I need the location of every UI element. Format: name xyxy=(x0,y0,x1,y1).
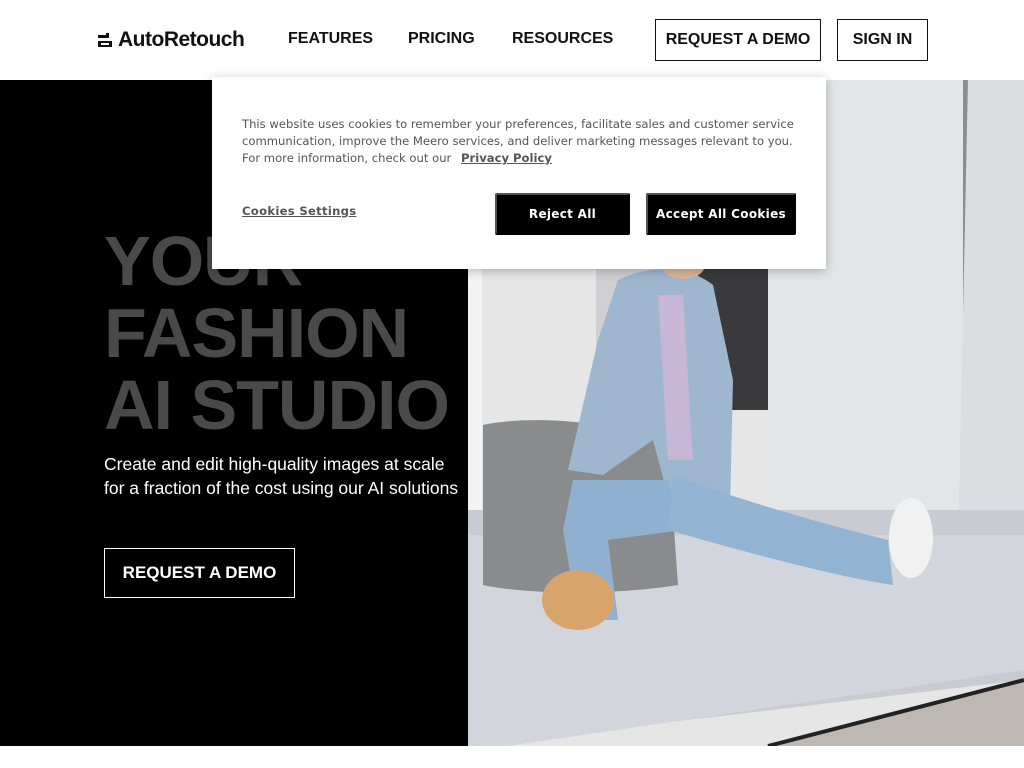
hero-subtitle-line: for a fraction of the cost using our AI … xyxy=(104,478,459,498)
hero-subtitle-line: Create and edit high-quality images at s… xyxy=(104,454,445,474)
logo-icon xyxy=(98,33,112,47)
hero-subtitle: Create and edit high-quality images at s… xyxy=(104,452,484,500)
hero-title-line: FASHION xyxy=(104,294,409,372)
hero-request-demo-button[interactable]: REQUEST A DEMO xyxy=(104,548,295,598)
nav-features[interactable]: FEATURES xyxy=(288,30,373,48)
accept-all-cookies-button[interactable]: Accept All Cookies xyxy=(646,193,796,235)
reject-all-button[interactable]: Reject All xyxy=(495,193,630,235)
privacy-policy-link[interactable]: Privacy Policy xyxy=(461,151,552,165)
hero-title-line: AI STUDIO xyxy=(104,366,450,444)
cookies-settings-link[interactable]: Cookies Settings xyxy=(242,204,356,218)
nav-resources[interactable]: RESOURCES xyxy=(512,30,613,48)
logo[interactable]: AutoRetouch xyxy=(96,28,245,52)
logo-text: AutoRetouch xyxy=(118,28,245,51)
cookie-text: This website uses cookies to remember yo… xyxy=(242,116,802,167)
sign-in-button[interactable]: SIGN IN xyxy=(837,19,928,61)
site-header: AutoRetouch FEATURES PRICING RESOURCES R… xyxy=(0,0,1024,80)
nav-pricing[interactable]: PRICING xyxy=(408,30,475,48)
request-demo-button[interactable]: REQUEST A DEMO xyxy=(655,19,821,61)
cookie-banner: This website uses cookies to remember yo… xyxy=(212,77,826,269)
